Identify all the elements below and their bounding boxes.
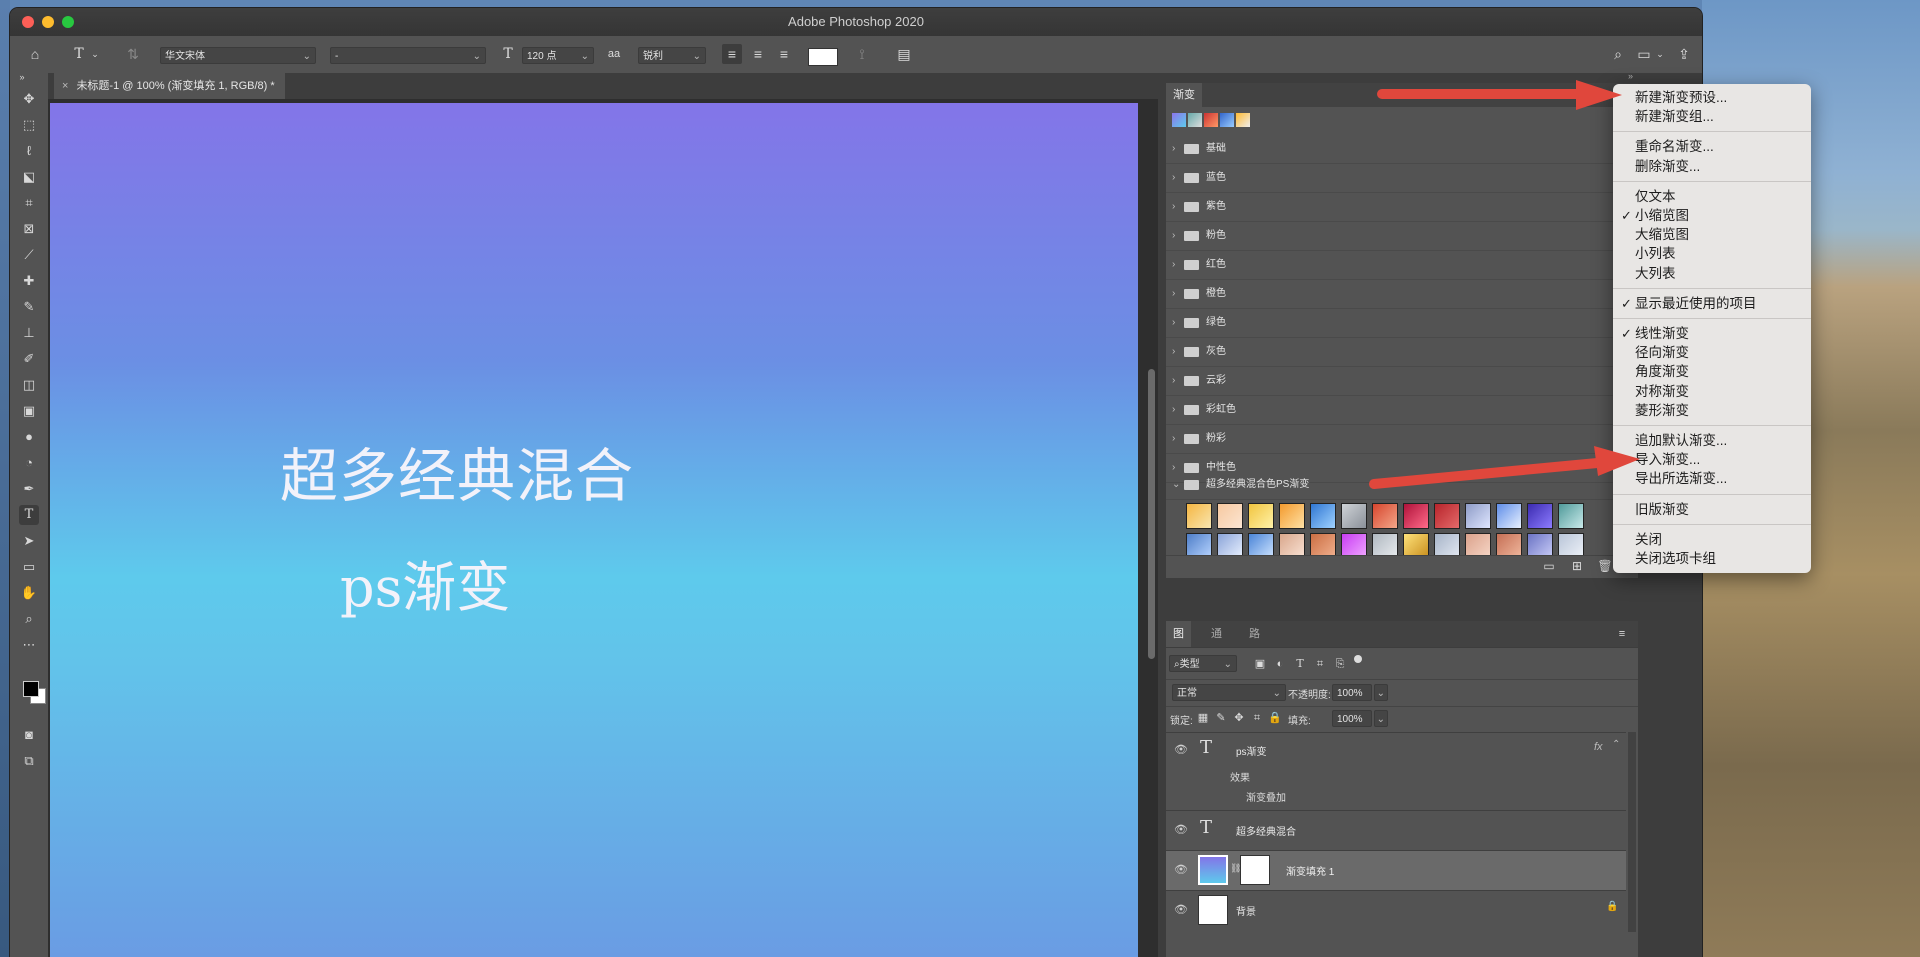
annotation-arrows xyxy=(1369,80,1640,489)
arrow-to-new-gradient-preset xyxy=(1377,80,1622,110)
foreground-color-swatch[interactable] xyxy=(23,681,39,697)
arrow-to-import-gradient xyxy=(1369,446,1640,489)
